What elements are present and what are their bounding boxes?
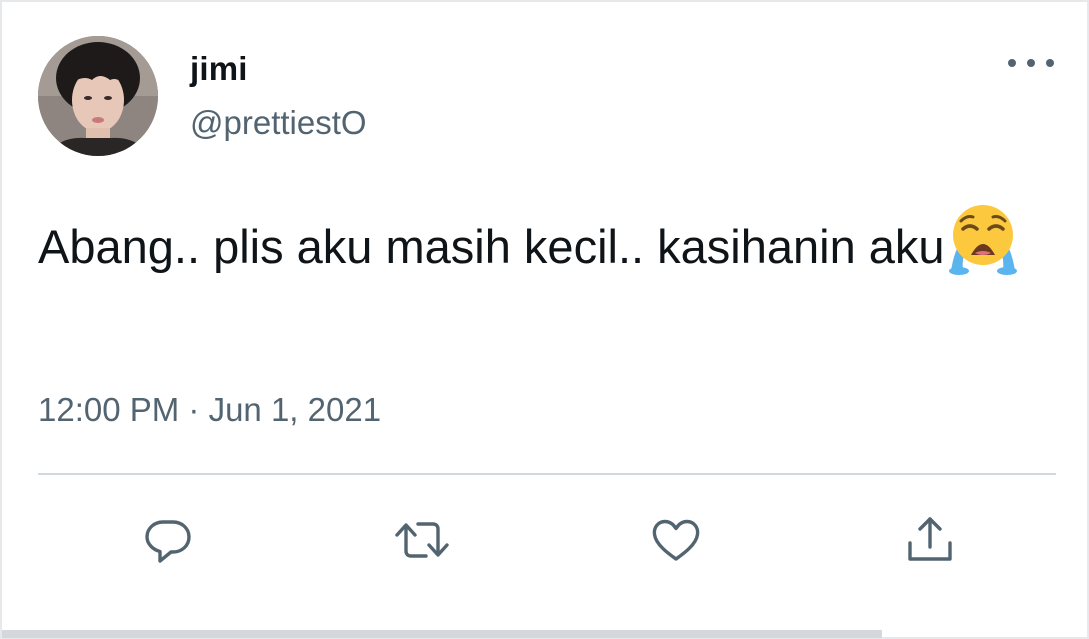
- loudly-crying-face-icon: [948, 205, 1017, 275]
- reply-icon: [145, 520, 191, 563]
- more-horizontal-icon[interactable]: [1008, 52, 1054, 74]
- author-name[interactable]: jimi: [190, 50, 248, 88]
- more-dot: [1046, 59, 1054, 67]
- tweet-text-content: Abang.. plis aku masih kecil.. kasihanin…: [38, 220, 945, 273]
- reply-button[interactable]: [138, 510, 198, 570]
- more-dot: [1008, 59, 1016, 67]
- retweet-icon: [395, 522, 449, 558]
- tweet-timestamp[interactable]: 12:00 PM · Jun 1, 2021: [38, 391, 381, 429]
- share-icon: [908, 517, 952, 561]
- more-dot: [1027, 59, 1035, 67]
- tweet-actions: [2, 510, 1089, 570]
- avatar[interactable]: [38, 36, 158, 156]
- like-button[interactable]: [646, 510, 706, 570]
- divider: [38, 473, 1056, 475]
- tweet-card: jimi @prettiestO Abang.. plis aku masih …: [0, 0, 1089, 639]
- retweet-button[interactable]: [392, 510, 452, 570]
- tweet-text: Abang.. plis aku masih kecil.. kasihanin…: [38, 199, 1058, 283]
- heart-icon: [652, 519, 700, 561]
- bottom-edge-bar: [2, 630, 882, 638]
- avatar-image: [38, 36, 158, 156]
- author-handle[interactable]: @prettiestO: [190, 104, 367, 142]
- share-button[interactable]: [900, 510, 960, 570]
